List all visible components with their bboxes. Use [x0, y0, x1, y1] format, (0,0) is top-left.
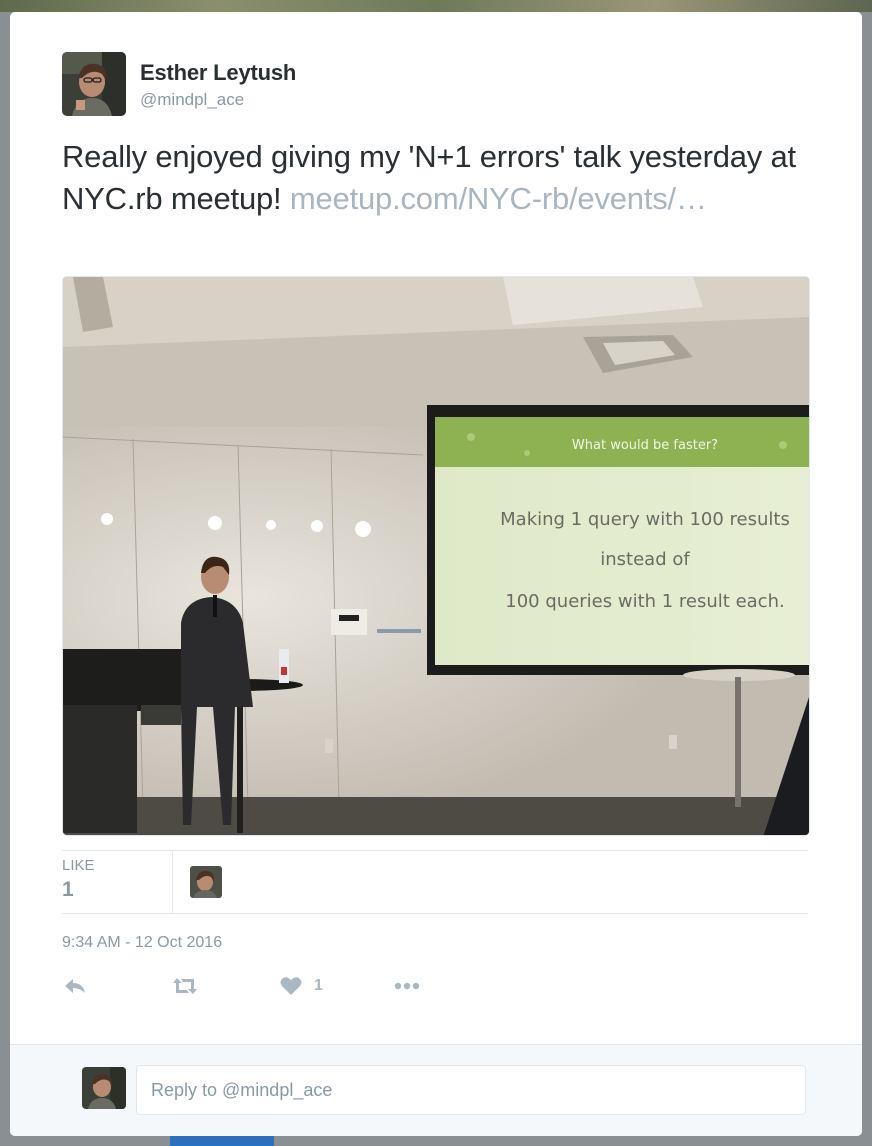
tweet-modal: Esther Leytush @mindpl_ace Really enjoye…: [10, 12, 862, 1136]
current-user-avatar[interactable]: [82, 1067, 126, 1109]
author-name[interactable]: Esther Leytush: [140, 60, 296, 86]
retweet-button[interactable]: [172, 972, 198, 1000]
heart-icon: [280, 976, 302, 996]
reply-icon: [64, 977, 86, 995]
like-button[interactable]: 1: [280, 972, 323, 1000]
author-avatar[interactable]: [62, 52, 126, 116]
tweet-photo[interactable]: What would be faster? Making 1 query wit…: [62, 276, 810, 836]
more-button[interactable]: [394, 972, 420, 1000]
tweet-text: Really enjoyed giving my 'N+1 errors' ta…: [62, 136, 822, 220]
tweet-link[interactable]: meetup.com/NYC-rb/events/…: [290, 181, 707, 216]
like-stat-label[interactable]: LIKE: [62, 857, 95, 874]
author-handle[interactable]: @mindpl_ace: [140, 90, 244, 110]
reply-input[interactable]: Reply to @mindpl_ace: [136, 1065, 806, 1115]
stats-divider: [172, 851, 173, 913]
like-action-count: 1: [314, 977, 323, 994]
tweet-actions: 1: [62, 972, 462, 1002]
like-stat-count[interactable]: 1: [62, 878, 74, 902]
background-header-strip: [0, 0, 872, 12]
slide-line-3: 100 queries with 1 result each.: [505, 591, 784, 612]
reply-bar: Reply to @mindpl_ace: [10, 1044, 862, 1136]
more-icon: [394, 982, 420, 990]
tweet-timestamp[interactable]: 9:34 AM - 12 Oct 2016: [62, 934, 222, 952]
slide-line-2: instead of: [600, 549, 690, 570]
slide-line-1: Making 1 query with 100 results: [500, 509, 790, 530]
slide-title: What would be faster?: [572, 438, 718, 453]
reply-placeholder: Reply to @mindpl_ace: [151, 1080, 333, 1100]
liker-avatar[interactable]: [190, 866, 222, 898]
tweet-stats: LIKE 1: [62, 850, 808, 914]
retweet-icon: [172, 977, 198, 995]
reply-button[interactable]: [64, 972, 86, 1000]
